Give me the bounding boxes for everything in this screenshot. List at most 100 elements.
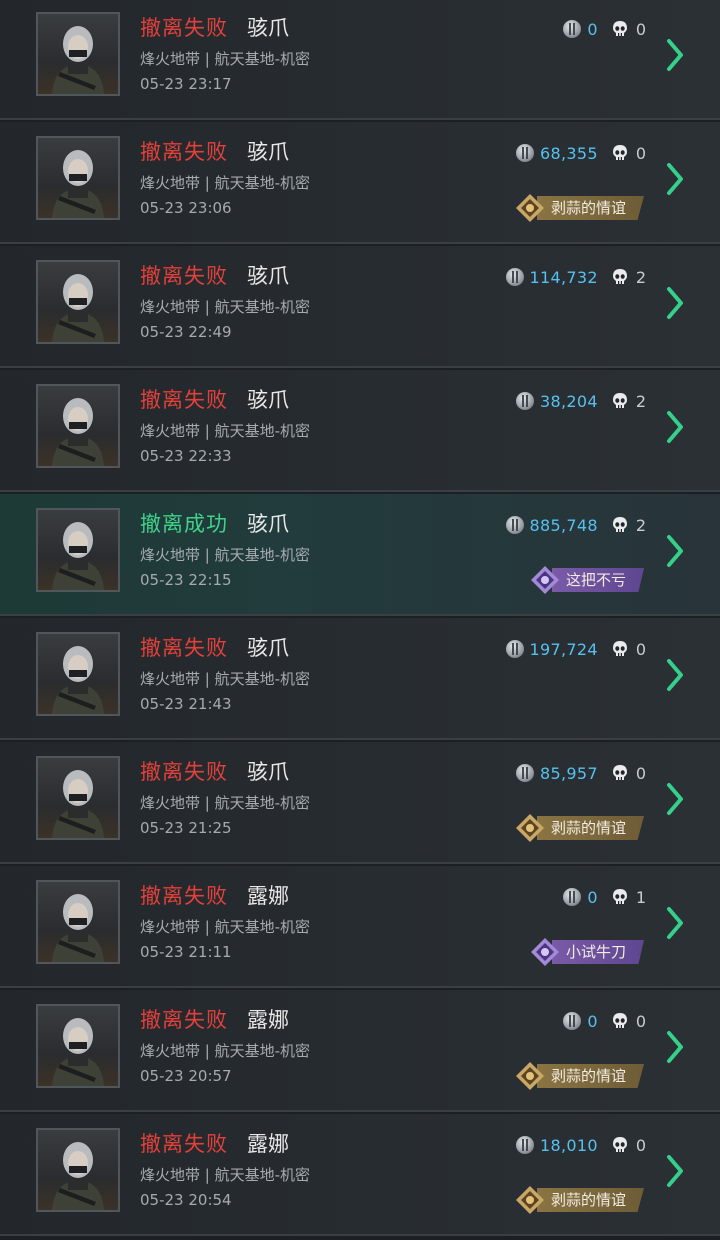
match-stats: 38,204 2 <box>516 388 646 414</box>
chevron-right-icon[interactable] <box>666 162 684 196</box>
gold-emblem-icon <box>515 193 545 223</box>
operator-name: 露娜 <box>247 1132 289 1156</box>
match-time: 05-23 20:57 <box>140 1067 232 1085</box>
kill-count: 0 <box>635 143 646 163</box>
match-stats: 885,748 2 <box>505 512 646 538</box>
loot-value: 0 <box>587 19 598 39</box>
operator-name: 骇爪 <box>247 140 289 164</box>
skull-icon <box>612 20 628 38</box>
skull-icon <box>612 1136 628 1154</box>
badge-label: 剥蒜的情谊 <box>536 816 644 840</box>
match-stats: 18,010 0 <box>516 1132 646 1158</box>
match-row[interactable]: 撤离失败 骇爪 烽火地带 | 航天基地-机密 05-23 21:25 85,95… <box>0 742 720 864</box>
loot-value: 0 <box>587 887 598 907</box>
chevron-right-icon[interactable] <box>666 782 684 816</box>
match-stats: 0 0 <box>563 1008 646 1034</box>
chevron-right-icon[interactable] <box>666 1030 684 1064</box>
operator-name: 骇爪 <box>247 16 289 40</box>
operator-avatar <box>36 632 120 716</box>
skull-icon <box>612 392 628 410</box>
operator-name: 骇爪 <box>247 264 289 288</box>
match-row[interactable]: 撤离成功 骇爪 烽火地带 | 航天基地-机密 05-23 22:15 885,7… <box>0 494 720 616</box>
loot-value: 18,010 <box>540 1135 598 1155</box>
map-mode: 烽火地带 | 航天基地-机密 <box>140 918 311 936</box>
operator-portrait-icon <box>52 1142 104 1210</box>
skull-icon <box>612 268 628 286</box>
match-row[interactable]: 撤离失败 露娜 烽火地带 | 航天基地-机密 05-23 20:57 0 0 剥… <box>0 990 720 1112</box>
extraction-status: 撤离失败 <box>140 264 228 288</box>
match-row[interactable]: 撤离失败 露娜 烽火地带 | 航天基地-机密 05-23 20:54 18,01… <box>0 1114 720 1236</box>
extraction-status: 撤离失败 <box>140 884 228 908</box>
silver-coin-icon <box>516 1136 535 1154</box>
match-time: 05-23 23:17 <box>140 75 232 93</box>
match-stats: 85,957 0 <box>516 760 646 786</box>
operator-name: 露娜 <box>247 884 289 908</box>
silver-coin-icon <box>516 764 535 782</box>
achievement-badge: 这把不亏 <box>530 566 644 594</box>
gold-emblem-icon <box>515 1185 545 1215</box>
silver-coin-icon <box>516 144 535 162</box>
operator-portrait-icon <box>52 150 104 218</box>
badge-label: 这把不亏 <box>551 568 644 592</box>
match-row[interactable]: 撤离失败 骇爪 烽火地带 | 航天基地-机密 05-23 23:17 0 0 <box>0 0 720 120</box>
achievement-badge: 剥蒜的情谊 <box>515 1186 644 1214</box>
extraction-status: 撤离失败 <box>140 16 228 40</box>
chevron-right-icon[interactable] <box>666 534 684 568</box>
map-mode: 烽火地带 | 航天基地-机密 <box>140 298 311 316</box>
operator-portrait-icon <box>52 770 104 838</box>
match-time: 05-23 21:11 <box>140 943 232 961</box>
operator-portrait-icon <box>52 1018 104 1086</box>
chevron-right-icon[interactable] <box>666 286 684 320</box>
match-row[interactable]: 撤离失败 骇爪 烽火地带 | 航天基地-机密 05-23 23:06 68,35… <box>0 122 720 244</box>
loot-value: 38,204 <box>540 391 598 411</box>
operator-name: 骇爪 <box>247 760 289 784</box>
extraction-status: 撤离失败 <box>140 760 228 784</box>
match-row[interactable]: 撤离失败 露娜 烽火地带 | 航天基地-机密 05-23 21:11 0 1 小… <box>0 866 720 988</box>
operator-avatar <box>36 508 120 592</box>
operator-portrait-icon <box>52 894 104 962</box>
silver-coin-icon <box>516 392 535 410</box>
silver-coin-icon <box>563 1012 582 1030</box>
operator-avatar <box>36 136 120 220</box>
skull-icon <box>612 144 628 162</box>
match-row[interactable]: 撤离失败 骇爪 烽火地带 | 航天基地-机密 05-23 21:43 197,7… <box>0 618 720 740</box>
kill-count: 0 <box>635 763 646 783</box>
extraction-status: 撤离失败 <box>140 1008 228 1032</box>
operator-portrait-icon <box>52 26 104 94</box>
silver-coin-icon <box>563 888 582 906</box>
chevron-right-icon[interactable] <box>666 658 684 692</box>
operator-avatar <box>36 12 120 96</box>
purple-emblem-icon <box>530 565 560 595</box>
operator-portrait-icon <box>52 522 104 590</box>
kill-count: 0 <box>635 1135 646 1155</box>
kill-count: 0 <box>635 1011 646 1031</box>
match-row[interactable]: 撤离失败 骇爪 烽火地带 | 航天基地-机密 05-23 22:49 114,7… <box>0 246 720 368</box>
achievement-badge: 剥蒜的情谊 <box>515 814 644 842</box>
match-row[interactable]: 撤离失败 骇爪 烽火地带 | 航天基地-机密 05-23 22:33 38,20… <box>0 370 720 492</box>
match-time: 05-23 21:25 <box>140 819 232 837</box>
loot-value: 885,748 <box>529 515 598 535</box>
match-stats: 197,724 0 <box>505 636 646 662</box>
chevron-right-icon[interactable] <box>666 1154 684 1188</box>
loot-value: 68,355 <box>540 143 598 163</box>
map-mode: 烽火地带 | 航天基地-机密 <box>140 174 311 192</box>
map-mode: 烽火地带 | 航天基地-机密 <box>140 546 311 564</box>
match-time: 05-23 22:33 <box>140 447 232 465</box>
operator-name: 骇爪 <box>247 512 289 536</box>
chevron-right-icon[interactable] <box>666 410 684 444</box>
operator-avatar <box>36 384 120 468</box>
operator-avatar <box>36 260 120 344</box>
extraction-status: 撤离失败 <box>140 140 228 164</box>
match-stats: 0 1 <box>563 884 646 910</box>
operator-name: 骇爪 <box>247 636 289 660</box>
badge-label: 剥蒜的情谊 <box>536 1188 644 1212</box>
silver-coin-icon <box>505 640 524 658</box>
map-mode: 烽火地带 | 航天基地-机密 <box>140 422 311 440</box>
map-mode: 烽火地带 | 航天基地-机密 <box>140 50 311 68</box>
chevron-right-icon[interactable] <box>666 38 684 72</box>
match-time: 05-23 23:06 <box>140 199 232 217</box>
kill-count: 2 <box>635 267 646 287</box>
silver-coin-icon <box>505 268 524 286</box>
chevron-right-icon[interactable] <box>666 906 684 940</box>
operator-portrait-icon <box>52 646 104 714</box>
